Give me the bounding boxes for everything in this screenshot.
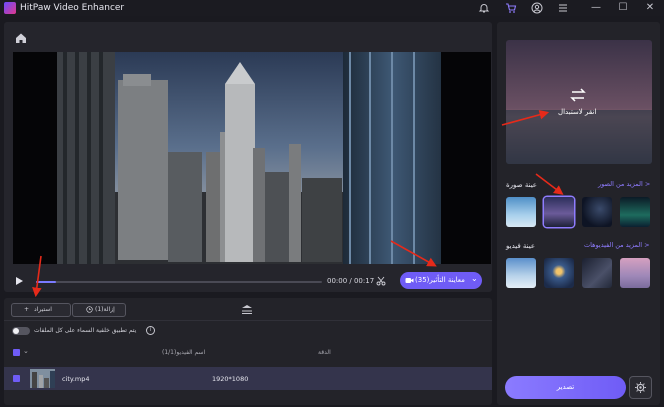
apply-sky-label: يتم تطبيق خلفية السماء على كل الملفات (34, 327, 137, 334)
sky-sample-night[interactable] (582, 197, 612, 227)
preview-effect-label: معاينة التأثير(35) (415, 276, 465, 284)
clock-icon (86, 306, 93, 313)
collapse-panel-icon[interactable] (240, 304, 254, 315)
swap-icon (570, 88, 586, 102)
play-icon[interactable] (14, 276, 24, 286)
column-header-resolution: الدقة (318, 349, 331, 356)
video-frame (13, 52, 491, 264)
account-icon[interactable] (531, 2, 543, 14)
more-videos-link[interactable]: المزيد من الفيديوهات > (584, 241, 650, 250)
video-camera-icon (405, 278, 414, 283)
close-button[interactable]: ✕ (643, 1, 657, 15)
app-title: HitPaw Video Enhancer (20, 3, 125, 13)
home-icon[interactable] (14, 31, 28, 45)
video-sample-title: عينة فيديو (506, 242, 536, 250)
progress-track[interactable] (36, 281, 322, 283)
progress-fill (36, 281, 57, 283)
video-player[interactable] (13, 52, 491, 264)
select-all-checkbox[interactable] (13, 349, 20, 356)
chevron-down-icon[interactable]: ⌄ (23, 347, 29, 355)
plus-icon: + (24, 306, 30, 313)
scissors-icon[interactable] (376, 276, 386, 286)
cart-icon[interactable] (505, 2, 517, 14)
remove-label: إزالة(1) (95, 306, 115, 313)
import-label: استيراد (34, 306, 52, 313)
video-thumbnail (30, 369, 55, 388)
chevron-down-icon[interactable]: ⌄ (471, 274, 478, 283)
replace-label: انقر لاستبدال (558, 108, 597, 116)
sky-sample-dusk[interactable] (544, 197, 574, 227)
export-label: تصدير (556, 383, 575, 391)
info-icon[interactable]: i (146, 326, 155, 335)
bell-icon[interactable] (478, 2, 490, 14)
more-images-link[interactable]: المزيد من الصور > (598, 180, 650, 189)
file-name: city.mp4 (62, 375, 90, 383)
video-sample-stars[interactable] (582, 258, 612, 288)
menu-icon[interactable] (557, 2, 569, 14)
table-header (4, 346, 492, 360)
image-sample-title: عينة صورة (506, 181, 537, 189)
sky-sample-aurora[interactable] (620, 197, 650, 227)
file-resolution: 1920*1080 (212, 375, 249, 383)
minimize-button[interactable]: — (589, 1, 603, 15)
video-sample-pink[interactable] (620, 258, 650, 288)
video-sample-sunset[interactable] (544, 258, 574, 288)
toggle-knob (13, 328, 19, 334)
sky-replace-preview[interactable] (506, 40, 652, 164)
video-sample-clouds[interactable] (506, 258, 536, 288)
row-checkbox[interactable] (13, 375, 20, 382)
maximize-button[interactable]: ☐ (616, 1, 630, 15)
divider (4, 320, 492, 321)
column-header-name: اسم الفيديو(1/1) (162, 349, 206, 356)
sky-sample-clouds[interactable] (506, 197, 536, 227)
app-logo-icon (4, 2, 16, 14)
gear-icon (635, 382, 646, 393)
time-display: 00:00 / 00:17 (327, 277, 375, 285)
